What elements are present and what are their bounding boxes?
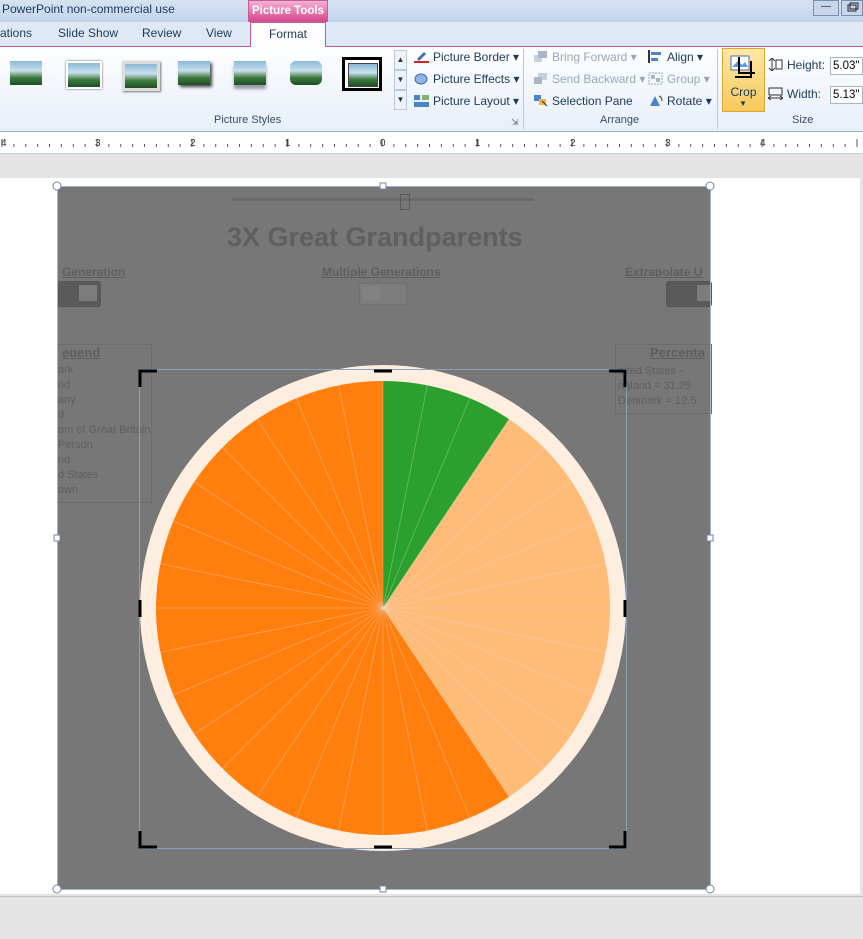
horizontal-scroll-area[interactable] xyxy=(0,896,863,939)
resize-handle[interactable] xyxy=(379,182,387,190)
crop-handle[interactable] xyxy=(609,369,627,387)
resize-handle[interactable] xyxy=(53,534,61,542)
resize-handle[interactable] xyxy=(52,181,62,191)
crop-handle[interactable] xyxy=(609,831,627,849)
resize-handle[interactable] xyxy=(706,534,714,542)
crop-handle[interactable] xyxy=(138,369,157,387)
resize-handle[interactable] xyxy=(52,884,62,894)
pie-chart-picture[interactable] xyxy=(140,365,626,851)
picture-overlay-svg xyxy=(52,181,715,894)
crop-handle[interactable] xyxy=(138,831,157,849)
resize-handle[interactable] xyxy=(379,885,387,893)
tab-format[interactable]: Format xyxy=(250,22,326,47)
resize-handle[interactable] xyxy=(705,884,715,894)
resize-handle[interactable] xyxy=(705,181,715,191)
